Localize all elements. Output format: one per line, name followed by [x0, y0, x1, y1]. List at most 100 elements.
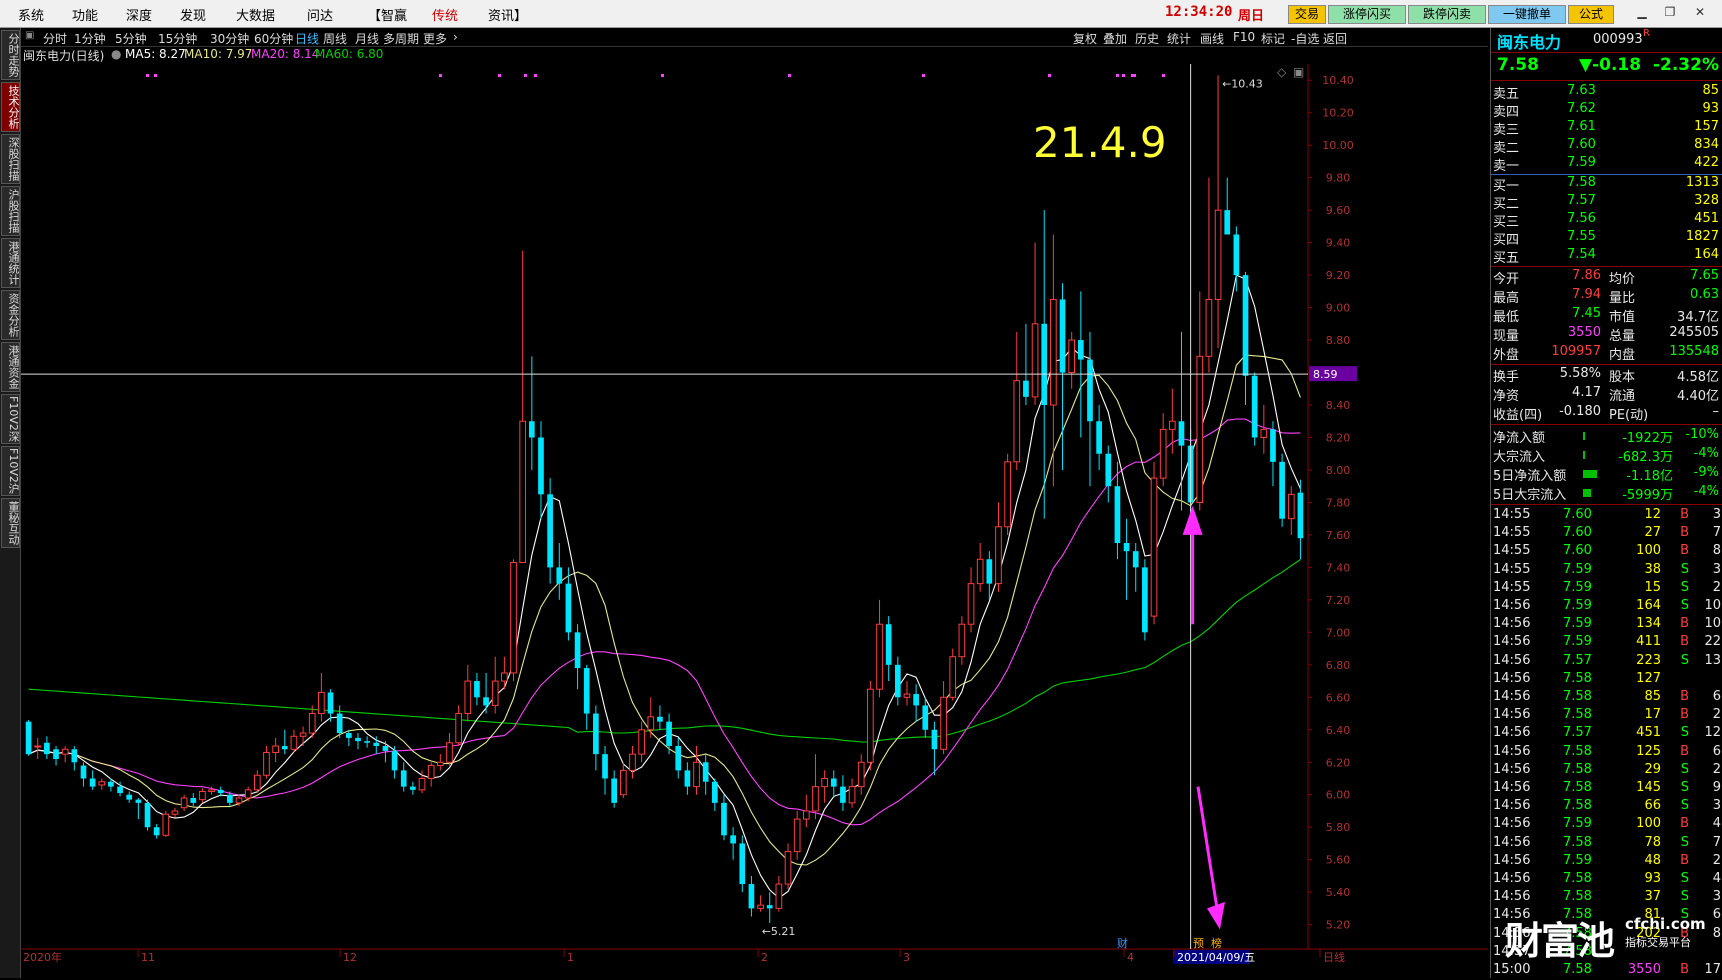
- tick-side: S: [1680, 579, 1689, 595]
- ask-price[interactable]: 7.60: [1567, 137, 1596, 152]
- candle-body: [436, 761, 444, 767]
- toolbar-right-0[interactable]: 复权: [1073, 30, 1097, 47]
- flow-label: 5日大宗流入: [1493, 488, 1567, 503]
- candle-body: [1287, 493, 1295, 520]
- price-pct: -2.32%: [1652, 55, 1719, 75]
- limit-down-sell-button[interactable]: 跌停闪卖: [1408, 5, 1486, 24]
- candle-body: [1105, 453, 1112, 487]
- period-tab-5[interactable]: 60分钟: [254, 30, 293, 47]
- candle-body: [629, 753, 636, 771]
- toolbar-right-4[interactable]: 画线: [1200, 30, 1224, 47]
- period-tab-9[interactable]: 多周期: [383, 30, 419, 47]
- y-tick-label: 9.80: [1326, 172, 1351, 185]
- period-tab-3[interactable]: 15分钟: [158, 30, 197, 47]
- quote-panel: 闽东电力 000993 R 7.58 ▼-0.18 -2.32% 卖五 7.63 85 卖四 7.6…: [1490, 28, 1722, 978]
- tick-time: 14:56: [1493, 707, 1531, 723]
- signal-dot: [1116, 74, 1119, 77]
- left-tab-1[interactable]: 技术分析: [1, 82, 20, 132]
- tick-time: 14:56: [1493, 798, 1531, 814]
- tick-row: 14:56 7.58 29 S 2: [1491, 762, 1722, 780]
- stat-label: 市值: [1609, 310, 1636, 325]
- period-tab-1[interactable]: 1分钟: [74, 30, 106, 47]
- flow-row: 5日净流入额 -1.18亿 -9%: [1491, 465, 1722, 484]
- toolbar-right-7[interactable]: -自选: [1291, 30, 1319, 47]
- toolbar-right-3[interactable]: 统计: [1167, 30, 1191, 47]
- ask-price[interactable]: 7.61: [1567, 119, 1596, 134]
- more-chevron-icon[interactable]: ›: [453, 30, 458, 44]
- minimize-icon[interactable]: ▁: [1632, 3, 1652, 21]
- left-tab-5[interactable]: 资金分析: [1, 290, 20, 340]
- left-tab-7[interactable]: F10V2深: [1, 394, 20, 444]
- tick-side: S: [1680, 798, 1689, 814]
- candle-body: [327, 692, 334, 714]
- candle-body: [400, 770, 407, 787]
- period-tab-4[interactable]: 30分钟: [210, 30, 249, 47]
- left-tab-6[interactable]: 港通资金: [1, 342, 20, 392]
- candle-122: [1142, 559, 1148, 641]
- menu-function[interactable]: 功能: [72, 5, 98, 24]
- period-tab-8[interactable]: 月线: [355, 30, 379, 47]
- candle-body: [940, 696, 947, 750]
- menu-traditional[interactable]: 传统: [432, 5, 458, 24]
- bid-price[interactable]: 7.58: [1567, 175, 1596, 190]
- period-tab-0[interactable]: 分时: [43, 30, 67, 47]
- stat-value: 7.65: [1690, 268, 1719, 283]
- left-tab-4[interactable]: 港通统计: [1, 238, 20, 288]
- bid-price[interactable]: 7.54: [1567, 247, 1596, 262]
- left-tab-3[interactable]: 沪股扫描: [1, 186, 20, 236]
- menu-news[interactable]: 资讯】: [488, 5, 527, 24]
- tick-time: 14:55: [1493, 543, 1531, 559]
- cancel-all-button[interactable]: 一键撤单: [1488, 5, 1566, 24]
- toolbar-right-8[interactable]: 返回: [1323, 30, 1347, 47]
- tick-count: 22: [1704, 634, 1721, 650]
- limit-up-buy-button[interactable]: 涨停闪买: [1328, 5, 1406, 24]
- menu-discover[interactable]: 发现: [180, 5, 206, 24]
- menu-system[interactable]: 系统: [18, 5, 44, 24]
- settings-icon[interactable]: ●: [111, 47, 121, 61]
- candle-body: [1142, 567, 1148, 633]
- tick-time: 14:56: [1493, 871, 1531, 886]
- period-tab-2[interactable]: 5分钟: [115, 30, 147, 47]
- left-tab-8[interactable]: F10V2沪: [1, 446, 20, 496]
- candle-body: [812, 786, 819, 812]
- close-icon[interactable]: ✕: [1690, 3, 1710, 21]
- menu-wenda[interactable]: 问达: [307, 5, 333, 24]
- stat-label: 现量: [1493, 329, 1520, 344]
- toolbar-right-1[interactable]: 叠加: [1103, 30, 1127, 47]
- flow-value: -682.3万: [1618, 450, 1673, 465]
- ask-price[interactable]: 7.63: [1567, 83, 1596, 98]
- candle-body: [171, 810, 179, 815]
- bid-price[interactable]: 7.57: [1567, 193, 1596, 208]
- maximize-icon[interactable]: ❐: [1660, 3, 1680, 21]
- ask-price[interactable]: 7.59: [1567, 155, 1596, 170]
- bid-price[interactable]: 7.56: [1567, 211, 1596, 226]
- toolbar-toggle-icon[interactable]: ▣: [25, 30, 34, 41]
- toolbar-right-5[interactable]: F10: [1233, 30, 1255, 44]
- period-tab-7[interactable]: 周线: [323, 30, 347, 47]
- tick-side: S: [1680, 561, 1689, 577]
- tick-count: 3: [1712, 798, 1721, 814]
- menu-zhiying[interactable]: 【智赢: [368, 5, 407, 24]
- period-tab-10[interactable]: 更多: [423, 30, 447, 47]
- menu-bigdata[interactable]: 大数据: [236, 5, 275, 24]
- bid-price[interactable]: 7.55: [1567, 229, 1596, 244]
- left-tab-9[interactable]: 董秘互动: [1, 498, 20, 548]
- menu-depth[interactable]: 深度: [126, 5, 152, 24]
- watermark-slogan: 指标交易平台: [1625, 936, 1691, 949]
- left-tab-0[interactable]: 分时走势: [1, 30, 20, 80]
- tick-side: B: [1680, 962, 1689, 977]
- formula-button[interactable]: 公式: [1568, 5, 1614, 24]
- candle-body: [1260, 428, 1268, 438]
- candle-body: [1023, 380, 1029, 397]
- ask-price[interactable]: 7.62: [1567, 101, 1596, 116]
- period-tab-6[interactable]: 日线: [295, 30, 319, 47]
- ask-row: 卖二 7.60 834: [1491, 137, 1722, 156]
- trade-button[interactable]: 交易: [1288, 5, 1326, 24]
- candle-body: [483, 697, 489, 706]
- kline-chart[interactable]: 10.40 10.20 10.00 9.80 9.60 9.40 9.20 9.00 8.80 8…: [21, 64, 1488, 978]
- left-tab-2[interactable]: 深股扫描: [1, 134, 20, 184]
- toolbar-right-6[interactable]: 标记: [1261, 30, 1285, 47]
- tick-row: 14:56 7.58 17 B 2: [1491, 707, 1722, 725]
- flow-label: 净流入额: [1493, 431, 1546, 446]
- toolbar-right-2[interactable]: 历史: [1135, 30, 1159, 47]
